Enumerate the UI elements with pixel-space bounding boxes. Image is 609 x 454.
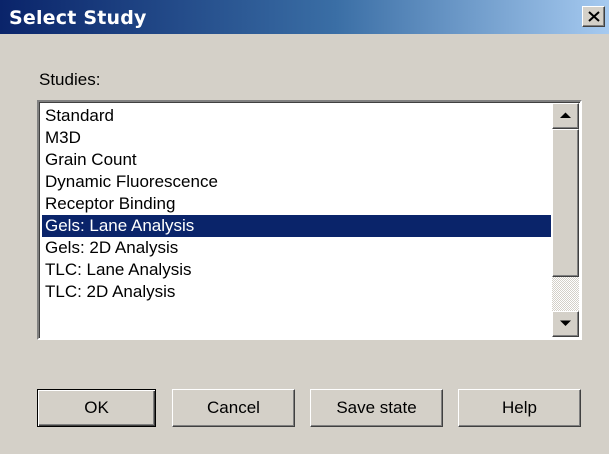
studies-list[interactable]: Standard M3D Grain Count Dynamic Fluores… (42, 105, 551, 335)
list-item[interactable]: TLC: 2D Analysis (42, 281, 551, 303)
list-item[interactable]: TLC: Lane Analysis (42, 259, 551, 281)
list-item[interactable]: Grain Count (42, 149, 551, 171)
vertical-scrollbar[interactable] (552, 103, 579, 337)
ok-button[interactable]: OK (37, 389, 156, 427)
select-study-dialog: Select Study Studies: Standard M3D Grain… (0, 0, 609, 454)
scroll-down-button[interactable] (552, 311, 579, 337)
close-button[interactable] (582, 6, 605, 27)
dialog-title: Select Study (9, 7, 147, 29)
scroll-up-button[interactable] (552, 103, 579, 129)
scroll-track[interactable] (552, 277, 579, 311)
close-icon (588, 11, 600, 22)
list-item[interactable]: Standard (42, 105, 551, 127)
help-button[interactable]: Help (458, 389, 581, 427)
arrow-down-icon (560, 320, 571, 326)
save-state-button[interactable]: Save state (310, 389, 443, 427)
title-bar[interactable]: Select Study (0, 0, 609, 34)
list-item[interactable]: Gels: 2D Analysis (42, 237, 551, 259)
list-item-selected[interactable]: Gels: Lane Analysis (42, 215, 551, 237)
list-item[interactable]: Receptor Binding (42, 193, 551, 215)
studies-label: Studies: (39, 70, 101, 89)
list-item[interactable]: Dynamic Fluorescence (42, 171, 551, 193)
list-item[interactable]: M3D (42, 127, 551, 149)
scroll-thumb[interactable] (552, 129, 579, 277)
cancel-button[interactable]: Cancel (172, 389, 295, 427)
arrow-up-icon (560, 112, 571, 118)
studies-listbox[interactable]: Standard M3D Grain Count Dynamic Fluores… (37, 100, 582, 340)
